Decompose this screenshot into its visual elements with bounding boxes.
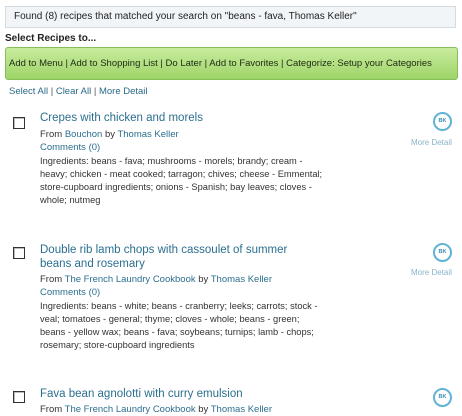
by-label: by bbox=[195, 274, 211, 285]
select-recipes-heading: Select Recipes to... bbox=[5, 33, 97, 44]
recipe-source: From The French Laundry Cookbook by Thom… bbox=[40, 404, 272, 415]
recipe-action-bar: Add to Menu | Add to Shopping List | Do … bbox=[5, 47, 458, 80]
bk-badge-icon[interactable]: BK bbox=[433, 243, 452, 262]
recipe-source: From Bouchon by Thomas Keller bbox=[40, 129, 179, 140]
by-label: by bbox=[195, 404, 211, 415]
comments-link[interactable]: Comments (0) bbox=[40, 287, 100, 298]
ingredients-text: Ingredients: beans - white; beans - cran… bbox=[40, 301, 318, 350]
separator: | bbox=[157, 58, 166, 69]
categorize-button[interactable]: Categorize: Setup your Categories bbox=[286, 58, 432, 69]
ingredients-text: Ingredients: beans - fava; mushrooms - m… bbox=[40, 156, 323, 205]
more-detail-link[interactable]: More Detail bbox=[411, 138, 452, 147]
from-label: From bbox=[40, 404, 65, 415]
by-label: by bbox=[102, 129, 118, 140]
do-later-button[interactable]: Do Later bbox=[166, 58, 202, 69]
cookbook-link[interactable]: Bouchon bbox=[65, 129, 103, 140]
recipe-checkbox[interactable] bbox=[13, 247, 25, 259]
add-to-menu-button[interactable]: Add to Menu bbox=[9, 58, 63, 69]
author-link[interactable]: Thomas Keller bbox=[211, 404, 272, 415]
clear-all-link[interactable]: Clear All bbox=[56, 86, 91, 97]
cookbook-link[interactable]: The French Laundry Cookbook bbox=[65, 404, 196, 415]
more-detail-link[interactable]: More Detail bbox=[411, 268, 452, 277]
add-to-shopping-list-button[interactable]: Add to Shopping List bbox=[70, 58, 158, 69]
selection-links: Select All | Clear All | More Detail bbox=[9, 86, 148, 97]
cookbook-link[interactable]: The French Laundry Cookbook bbox=[65, 274, 196, 285]
search-results-banner: Found (8) recipes that matched your sear… bbox=[5, 6, 456, 28]
select-all-link[interactable]: Select All bbox=[9, 86, 48, 97]
recipe-source: From The French Laundry Cookbook by Thom… bbox=[40, 274, 272, 285]
recipe-title-link[interactable]: Double rib lamb chops with cassoulet of … bbox=[40, 243, 310, 271]
recipe-checkbox[interactable] bbox=[13, 117, 25, 129]
separator: | bbox=[278, 58, 287, 69]
from-label: From bbox=[40, 274, 65, 285]
bk-badge-icon[interactable]: BK bbox=[433, 112, 452, 131]
separator: | bbox=[48, 86, 56, 97]
author-link[interactable]: Thomas Keller bbox=[211, 274, 272, 285]
bk-badge-icon[interactable]: BK bbox=[433, 388, 452, 407]
recipe-checkbox[interactable] bbox=[13, 391, 25, 403]
separator: | bbox=[91, 86, 99, 97]
comments-link[interactable]: Comments (0) bbox=[40, 142, 100, 153]
author-link[interactable]: Thomas Keller bbox=[117, 129, 178, 140]
recipe-title-link[interactable]: Crepes with chicken and morels bbox=[40, 111, 310, 125]
from-label: From bbox=[40, 129, 65, 140]
more-detail-link[interactable]: More Detail bbox=[99, 86, 148, 97]
recipe-title-link[interactable]: Fava bean agnolotti with curry emulsion bbox=[40, 387, 310, 401]
add-to-favorites-button[interactable]: Add to Favorites bbox=[209, 58, 278, 69]
